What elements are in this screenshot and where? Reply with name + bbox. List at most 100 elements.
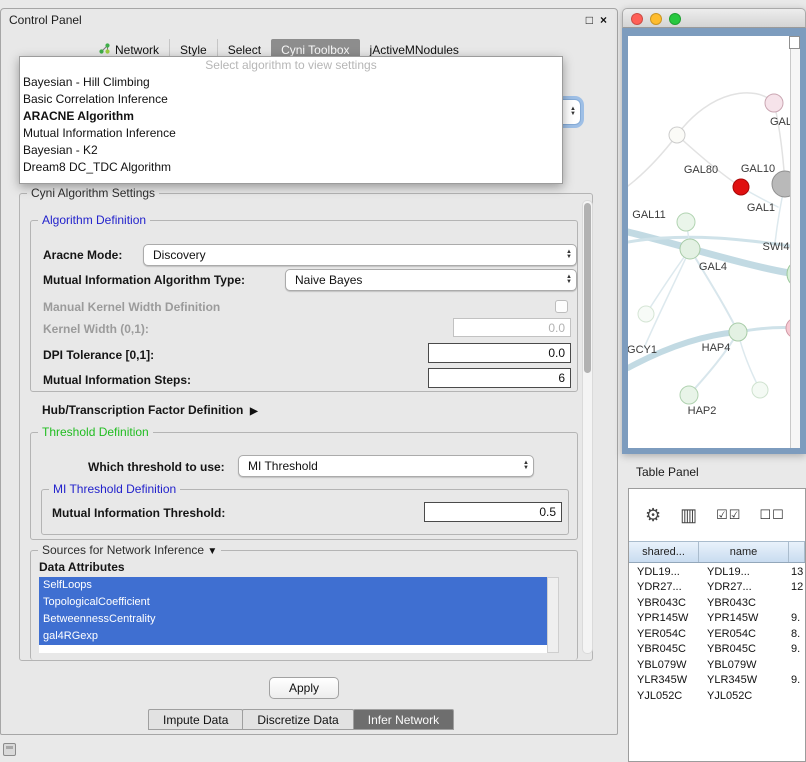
network-node-green-upper[interactable] — [677, 213, 695, 231]
combo-arrows-icon: ▲▼ — [566, 275, 572, 285]
mi-algorithm-type-label: Mutual Information Algorithm Type: — [43, 270, 245, 290]
mi-threshold-field[interactable]: 0.5 — [424, 502, 562, 522]
threshold-definition-group: Threshold Definition Which threshold to … — [30, 432, 578, 540]
table-cell: 12 — [789, 581, 805, 593]
table-toolbar: ⚙ ▥ ☑☑ ☐☐ — [629, 489, 805, 541]
settings-scrollbar-thumb[interactable] — [584, 203, 591, 373]
column-visibility-icon[interactable]: ▥ — [680, 505, 698, 526]
hub-tf-section-toggle[interactable]: Hub/Transcription Factor Definition ▶ — [42, 400, 258, 422]
combo-arrows-icon: ▲▼ — [523, 461, 529, 471]
dpi-tolerance-field[interactable]: 0.0 — [428, 343, 571, 363]
network-node-hap2[interactable] — [680, 386, 698, 404]
sources-group-title[interactable]: Sources for Network Inference ▼ — [38, 543, 221, 557]
minimize-button[interactable] — [650, 13, 662, 25]
tab-impute-data[interactable]: Impute Data — [148, 709, 243, 730]
deselect-all-rows-icon[interactable]: ☐☐ — [759, 507, 784, 523]
network-edge[interactable] — [644, 249, 690, 348]
tab-infer-network[interactable]: Infer Network — [353, 709, 454, 730]
tab-label: Network — [115, 43, 159, 57]
network-node-faint-left[interactable] — [638, 306, 654, 322]
mi-threshold-label: Mutual Information Threshold: — [52, 503, 225, 523]
table-row[interactable]: YDR27...YDR27...12 — [629, 580, 805, 596]
network-icon — [99, 43, 110, 57]
table-row[interactable]: YBR043CYBR043C — [629, 595, 805, 611]
mi-algorithm-type-select[interactable]: Naive Bayes ▲▼ — [285, 269, 577, 291]
network-edge[interactable] — [677, 135, 741, 187]
network-overview-button[interactable] — [789, 36, 800, 49]
close-button[interactable] — [631, 13, 643, 25]
zoom-button[interactable] — [669, 13, 681, 25]
node-label-gal80: GAL80 — [684, 164, 718, 176]
which-threshold-label: Which threshold to use: — [88, 457, 225, 477]
network-vertical-scrollbar[interactable] — [790, 36, 800, 448]
node-label-gal10: GAL10 — [741, 163, 775, 175]
table-cell: YPR145W — [629, 612, 699, 624]
network-node-gal4[interactable] — [680, 239, 700, 259]
sources-group: Sources for Network Inference ▼ Data Att… — [30, 550, 578, 660]
settings-gear-icon[interactable]: ⚙ — [645, 505, 662, 526]
kernel-width-field[interactable]: 0.0 — [453, 318, 571, 337]
table-cell: YDR27... — [699, 581, 789, 593]
algorithm-select-combobox[interactable]: ▲▼ — [562, 99, 581, 125]
algorithm-option-bayesian-k2[interactable]: Bayesian - K2 — [20, 142, 562, 159]
table-cell: YJL052C — [629, 690, 699, 702]
table-panel-title: Table Panel — [636, 465, 699, 479]
network-node-faint-bottom[interactable] — [752, 382, 768, 398]
apply-button[interactable]: Apply — [269, 677, 339, 699]
attributes-list-scrollbar[interactable] — [547, 577, 559, 653]
table-row[interactable]: YLR345WYLR345W9. — [629, 673, 805, 689]
algorithm-option-bayesian-hill-climbing[interactable]: Bayesian - Hill Climbing — [20, 74, 562, 91]
algorithm-placeholder-option[interactable]: Select algorithm to view settings — [20, 57, 562, 74]
network-window-titlebar[interactable] — [622, 8, 806, 28]
algorithm-option-basic-correlation-inference[interactable]: Basic Correlation Inference — [20, 91, 562, 108]
select-all-rows-icon[interactable]: ☑☑ — [716, 507, 741, 523]
table-cell: 9. — [789, 612, 805, 624]
data-attribute-item[interactable]: gal4RGexp — [39, 628, 547, 645]
tab-discretize-data[interactable]: Discretize Data — [242, 709, 353, 730]
table-row[interactable]: YDL19...YDL19...13 — [629, 564, 805, 580]
table-row[interactable]: YJL052CYJL052C — [629, 688, 805, 704]
network-edge[interactable] — [646, 249, 690, 314]
algorithm-option-dream8-dc-tdc-algorithm[interactable]: Dream8 DC_TDC Algorithm — [20, 159, 562, 176]
network-node-pink-top[interactable] — [765, 94, 783, 112]
table-cell: YLR345W — [699, 674, 789, 686]
column-header[interactable] — [789, 542, 805, 562]
table-row[interactable]: YBL079WYBL079W — [629, 657, 805, 673]
dpi-tolerance-label: DPI Tolerance [0,1]: — [43, 345, 154, 365]
table-row[interactable]: YBR045CYBR045C9. — [629, 642, 805, 658]
tab-label: jActiveMNodules — [370, 43, 459, 57]
column-header-name[interactable]: name — [699, 542, 789, 562]
docked-panel-icon[interactable] — [3, 743, 16, 756]
aracne-mode-label: Aracne Mode: — [43, 245, 122, 265]
network-canvas[interactable]: GAL7GAL80GAL10GAL1GAL11SWI4GAL4GCY1HAP4H… — [628, 36, 800, 448]
collapse-arrow-icon: ▼ — [207, 546, 217, 557]
network-edge[interactable] — [677, 93, 774, 135]
table-row[interactable]: YPR145WYPR145W9. — [629, 611, 805, 627]
network-edge[interactable] — [628, 135, 677, 186]
data-attribute-item[interactable]: SelfLoops — [39, 577, 547, 594]
settings-scrollbar[interactable] — [582, 200, 593, 654]
tab-label: Style — [180, 43, 207, 57]
which-threshold-select[interactable]: MI Threshold ▲▼ — [238, 455, 534, 477]
column-header-shared-[interactable]: shared... — [629, 542, 699, 562]
control-panel-titlebar: Control Panel □ × — [1, 9, 617, 31]
manual-kernel-width-checkbox[interactable] — [555, 300, 568, 313]
table-cell: YER054C — [629, 628, 699, 640]
control-panel-title: Control Panel — [9, 9, 82, 31]
float-window-icon[interactable]: □ — [586, 9, 593, 31]
mi-steps-field[interactable]: 6 — [428, 368, 571, 388]
table-row[interactable]: YER054CYER054C8. — [629, 626, 805, 642]
close-panel-icon[interactable]: × — [600, 9, 607, 31]
algorithm-option-aracne-algorithm[interactable]: ARACNE Algorithm — [20, 108, 562, 125]
aracne-mode-select[interactable]: Discovery ▲▼ — [143, 244, 577, 266]
kernel-width-label: Kernel Width (0,1): — [43, 319, 149, 339]
network-node-hap4[interactable] — [729, 323, 747, 341]
algorithm-option-mutual-information-inference[interactable]: Mutual Information Inference — [20, 125, 562, 142]
table-cell: YBL079W — [699, 659, 789, 671]
network-node-faint-top-left[interactable] — [669, 127, 685, 143]
data-attribute-item[interactable]: BetweennessCentrality — [39, 611, 547, 628]
data-attribute-item[interactable]: TopologicalCoefficient — [39, 594, 547, 611]
node-label-gal4: GAL4 — [699, 261, 727, 273]
network-node-red-node[interactable] — [733, 179, 749, 195]
node-label-gal1: GAL1 — [747, 202, 775, 214]
